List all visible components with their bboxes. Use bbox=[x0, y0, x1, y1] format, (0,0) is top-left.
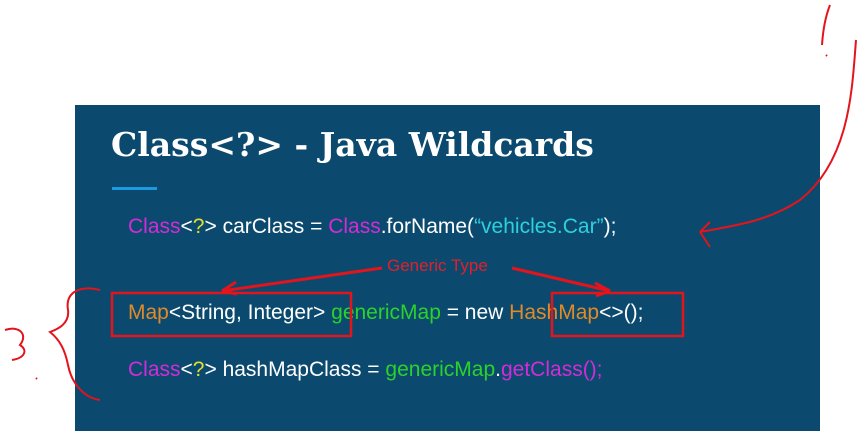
generic-type-annotation: Generic Type bbox=[387, 256, 488, 275]
red-annotations bbox=[4, 4, 857, 401]
